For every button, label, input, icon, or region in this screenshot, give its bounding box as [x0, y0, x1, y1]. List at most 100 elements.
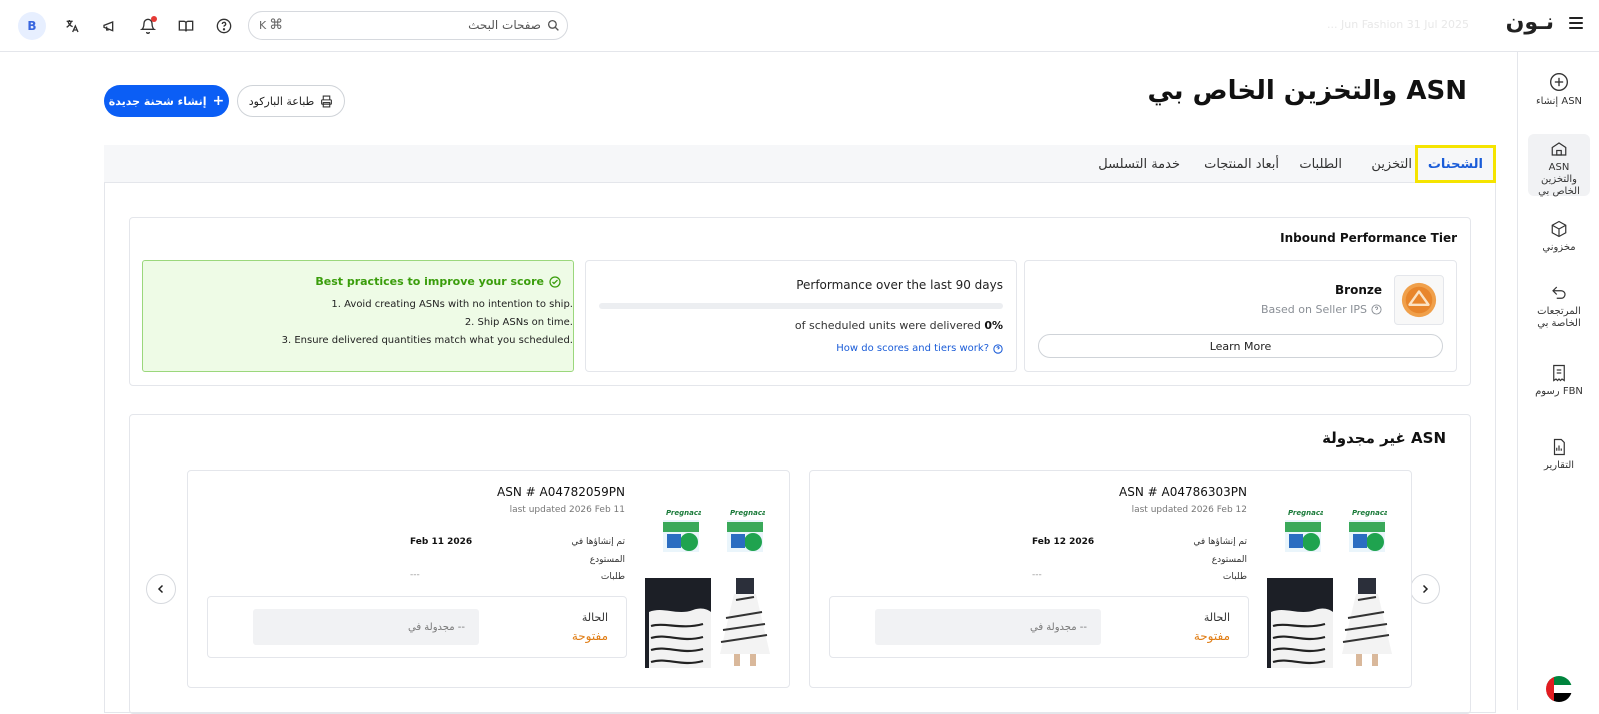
help-icon[interactable] — [1371, 304, 1382, 315]
sidebar-item-label: ASN والتخزين الخاص بي — [1538, 162, 1580, 197]
printer-icon — [321, 95, 333, 107]
report-icon — [1553, 438, 1565, 456]
tab-product-dimensions[interactable]: أبعاد المنتجات — [1204, 145, 1279, 183]
score-title: Performance over the last 90 days — [796, 278, 1003, 292]
product-image-pregnacare: Pregnacare — [1347, 504, 1387, 554]
sidebar-item-create-asn[interactable]: إنشاء ASN — [1518, 72, 1599, 108]
check-circle-icon — [549, 275, 561, 288]
notification-dot — [151, 16, 157, 22]
performance-title: Inbound Performance Tier — [1280, 231, 1457, 245]
score-percent: 0% — [984, 319, 1003, 332]
product-image-skirt — [1334, 578, 1400, 668]
orders-value: --- — [1032, 570, 1042, 580]
sidebar-item-label: التقارير — [1543, 460, 1575, 471]
receipt-icon — [1553, 364, 1565, 382]
score-line: of scheduled units were delivered 0% — [794, 319, 1003, 332]
book-icon[interactable] — [170, 10, 202, 42]
search-input[interactable]: K ⌘ صفحات البحث — [248, 11, 568, 40]
svg-text:Pregnacare: Pregnacare — [1352, 509, 1387, 517]
asn-number: ASN # A04782059PN — [497, 485, 625, 499]
asn-number: ASN # A04786303PN — [1119, 485, 1247, 499]
tip-item: 1. Avoid creating ASNs with no intention… — [331, 299, 573, 310]
status-value: مفتوحة — [571, 629, 608, 643]
product-image-pregnacare: Pregnacare — [661, 504, 701, 554]
top-bar: نـون ... Jun Fashion 31 Jul 2025 K ⌘ صفح… — [0, 0, 1599, 52]
help-icon[interactable] — [208, 10, 240, 42]
plus-icon: + — [212, 93, 225, 109]
product-image-skirt — [1267, 578, 1333, 668]
megaphone-icon[interactable] — [94, 10, 126, 42]
product-image-pregnacare: Pregnacare — [1283, 504, 1323, 554]
tier-subtitle: Based on Seller IPS — [1261, 303, 1382, 316]
tab-serialization-service[interactable]: خدمة التسلسل — [1098, 145, 1180, 183]
tab-orders[interactable]: الطلبات — [1299, 145, 1342, 183]
asn-card[interactable]: ASN # A04782059PN last updated 2026 Feb … — [187, 470, 790, 688]
main-content: ASN والتخزين الخاص بي + إنشاء شحنة جديدة… — [0, 52, 1517, 714]
box-icon — [1551, 220, 1567, 238]
sidebar-item-my-inventory[interactable]: مخزوني — [1518, 220, 1599, 254]
return-icon — [1552, 286, 1566, 299]
user-avatar[interactable]: B — [18, 12, 46, 40]
created-label: تم إنشاؤها في — [571, 537, 625, 547]
svg-text:Pregnacare: Pregnacare — [666, 509, 701, 517]
tip-item: 2. Ship ASNs on time. — [464, 317, 573, 328]
translate-icon[interactable] — [56, 10, 88, 42]
sidebar-item-fbn-fees[interactable]: رسوم FBN — [1518, 364, 1599, 398]
tip-item: 3. Ensure delivered quantities match wha… — [281, 335, 573, 346]
learn-more-button[interactable]: Learn More — [1038, 334, 1443, 358]
performance-card: Inbound Performance Tier Bronze Based on… — [129, 217, 1471, 386]
asn-card[interactable]: ASN # A04786303PN last updated 2026 Feb … — [809, 470, 1412, 688]
asn-last-updated: last updated 2026 Feb 11 — [509, 505, 625, 515]
created-value: Feb 12 2026 — [1032, 537, 1095, 547]
tab-shipments[interactable]: الشحنات — [1414, 145, 1496, 183]
sidebar: إنشاء ASN ASN والتخزين الخاص بي مخزوني ا… — [1517, 52, 1599, 710]
plus-circle-icon — [1550, 73, 1568, 91]
tips-title: Best practices to improve your score — [315, 275, 561, 288]
orders-label: طلبات — [1222, 572, 1247, 582]
sidebar-item-label: المرتجعات الخاصة بي — [1537, 306, 1581, 329]
product-image-skirt — [712, 578, 778, 668]
search-icon — [547, 19, 559, 31]
score-progress-bar — [599, 303, 1003, 309]
created-label: تم إنشاؤها في — [1193, 537, 1247, 547]
scheduled-date-field[interactable]: مجدولة في -- — [253, 609, 479, 645]
command-key-icon: ⌘ — [269, 17, 284, 33]
warehouse-icon — [1551, 142, 1567, 156]
tips-list: 1. Avoid creating ASNs with no intention… — [282, 296, 573, 350]
carousel-prev-button[interactable] — [146, 574, 176, 604]
best-practices-box: Best practices to improve your score 1. … — [142, 260, 574, 372]
created-value: Feb 11 2026 — [410, 537, 473, 547]
print-barcode-button[interactable]: طباعة الباركود — [237, 85, 345, 117]
scheduled-date-field[interactable]: مجدولة في -- — [875, 609, 1101, 645]
unscheduled-asn-card: ASN غير مجدولة ASN # A04786303PN last up… — [129, 414, 1471, 714]
status-value: مفتوحة — [1193, 629, 1230, 643]
uae-flag-icon[interactable] — [1546, 676, 1572, 702]
tier-name: Bronze — [1335, 283, 1382, 297]
menu-icon[interactable] — [1569, 17, 1583, 29]
faded-header-text: ... Jun Fashion 31 Jul 2025 — [1327, 18, 1469, 31]
noon-logo[interactable]: نـون — [1506, 10, 1554, 35]
chevron-right-icon — [1422, 584, 1429, 594]
sidebar-item-label: رسوم FBN — [1535, 386, 1583, 397]
tab-storage[interactable]: التخزين — [1371, 145, 1412, 183]
product-image-skirt — [645, 578, 711, 668]
orders-label: طلبات — [600, 572, 625, 582]
create-shipment-button[interactable]: + إنشاء شحنة جديدة — [104, 85, 229, 117]
tier-box: Bronze Based on Seller IPS Learn More — [1024, 260, 1457, 372]
chevron-left-icon — [157, 584, 164, 594]
carousel-next-button[interactable] — [1410, 574, 1440, 604]
svg-text:Pregnacare: Pregnacare — [730, 509, 765, 517]
sidebar-item-reports[interactable]: التقارير — [1518, 438, 1599, 472]
bronze-medal-icon — [1394, 275, 1444, 325]
sidebar-item-label: مخزوني — [1542, 242, 1576, 253]
sidebar-item-my-asn[interactable]: ASN والتخزين الخاص بي — [1528, 134, 1590, 197]
how-scores-work-link[interactable]: How do scores and tiers work? — [836, 343, 1003, 354]
status-label: الحالة — [581, 611, 608, 624]
notification-bell-icon[interactable] — [132, 10, 164, 42]
status-label: الحالة — [1203, 611, 1230, 624]
page-title: ASN والتخزين الخاص بي — [1147, 76, 1467, 106]
sidebar-item-returns[interactable]: المرتجعات الخاصة بي — [1518, 284, 1599, 330]
unscheduled-title: ASN غير مجدولة — [1322, 429, 1446, 447]
svg-text:Pregnacare: Pregnacare — [1288, 509, 1323, 517]
search-shortcut: K ⌘ — [259, 17, 284, 33]
